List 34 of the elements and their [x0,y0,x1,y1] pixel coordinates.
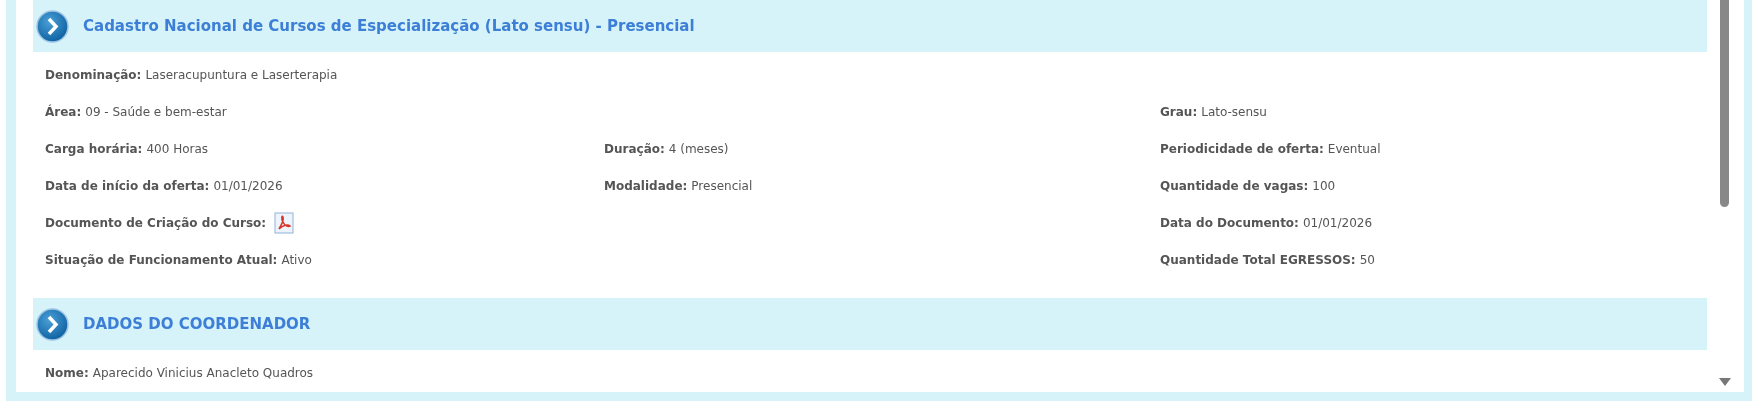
chevron-icon [36,307,69,341]
field-label: Data do Documento: [1160,215,1299,230]
field-label: Área: [45,104,82,119]
field-label: Documento de Criação do Curso: [45,215,267,230]
field-label: Nome: [45,365,89,380]
field-value: 400 Horas [146,141,209,156]
scrollbar-thumb[interactable] [1720,0,1729,207]
field-label: Grau: [1160,104,1198,119]
field-label: Situação de Funcionamento Atual: [45,252,278,267]
field-value: Presencial [691,178,753,193]
field-value: 09 - Saúde e bem-estar [85,104,227,119]
field-label: Modalidade: [604,178,688,193]
field-value: 50 [1359,252,1375,267]
section-title: DADOS DO COORDENADOR [83,315,311,333]
field-label: Duração: [604,141,665,156]
field-label: Periodicidade de oferta: [1160,141,1324,156]
scroll-down-icon[interactable] [1719,378,1731,386]
field-label: Quantidade Total EGRESSOS: [1160,252,1356,267]
field-value: 100 [1312,178,1336,193]
field-label: Quantidade de vagas: [1160,178,1309,193]
field-value: Lato-sensu [1201,104,1267,119]
field-value: 01/01/2026 [213,178,283,193]
field-value: Aparecido Vinicius Anacleto Quadros [92,365,314,380]
field-label: Denominação: [45,67,142,82]
section-title: Cadastro Nacional de Cursos de Especialização (Lato sensu) - Presencial [83,17,695,35]
field-label: Carga horária: [45,141,143,156]
field-value: 4 (meses) [668,141,729,156]
field-value: Ativo [281,252,312,267]
chevron-icon [36,9,69,43]
field-value: Laseracupuntura e Laserterapia [145,67,338,82]
field-label: Data de início da oferta: [45,178,210,193]
field-value: 01/01/2026 [1302,215,1373,230]
pdf-icon[interactable] [274,211,295,234]
field-value: Eventual [1327,141,1381,156]
